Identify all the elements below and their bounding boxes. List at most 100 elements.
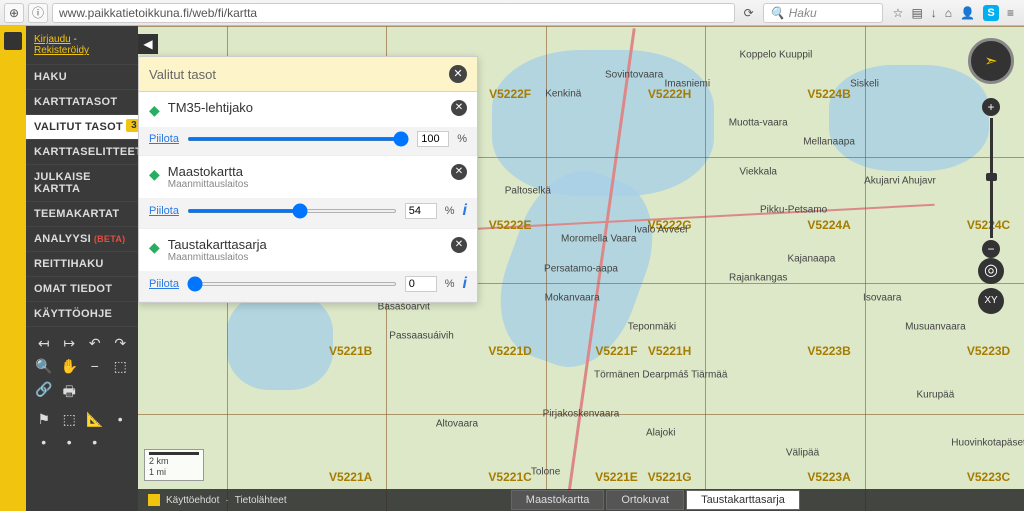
layer-name: Taustakarttasarja (168, 237, 443, 252)
grid-label: V5221F (595, 344, 637, 358)
sidebar-item-analyysi[interactable]: ANALYYSI (BETA) (26, 226, 138, 251)
zoom-out-button[interactable]: − (982, 240, 1000, 258)
tool-icon[interactable]: 🔍 (34, 358, 54, 375)
info-icon[interactable]: ⓘ (28, 3, 48, 23)
grid-label: V5221E (595, 470, 638, 484)
tool-icon[interactable] (111, 381, 131, 405)
sidebar: Kirjaudu - Rekisteröidy HAKUKARTTATASOTV… (26, 26, 138, 511)
sidebar-item-reittihaku[interactable]: REITTIHAKU (26, 251, 138, 276)
grid-label: V5222F (489, 87, 531, 101)
pct-label: % (445, 278, 455, 290)
tool-icon[interactable]: 🖶 (60, 381, 80, 405)
tool-icon[interactable]: • (34, 434, 54, 450)
tool-icon[interactable]: • (60, 434, 80, 450)
logo-icon[interactable] (4, 32, 22, 50)
grid-label: V5221H (648, 344, 691, 358)
tool-icon[interactable]: • (85, 434, 105, 450)
footer-logo-icon (148, 494, 160, 506)
place-label: Koppelo Kuuppil (739, 50, 812, 61)
download-icon[interactable]: ↓ (931, 6, 937, 20)
tool-icon[interactable]: ↷ (111, 335, 131, 352)
home-icon[interactable]: ⌂ (945, 6, 952, 20)
place-label: Välipää (786, 447, 819, 458)
menu-icon[interactable]: ≡ (1007, 6, 1014, 20)
footer-sep: · (225, 495, 228, 506)
place-label: Törmänen Dearpmáš Tiärmää (594, 370, 727, 381)
place-label: Isovaara (863, 292, 901, 303)
url-bar[interactable]: www.paikkatietoikkuna.fi/web/fi/kartta (52, 3, 735, 23)
collapse-sidebar-button[interactable]: ◀ (138, 34, 158, 54)
opacity-slider[interactable] (187, 137, 409, 141)
layer-marker-icon: ◆ (149, 102, 160, 119)
layer-info-button[interactable]: i (463, 275, 467, 293)
layer-info-button[interactable]: i (463, 202, 467, 220)
zoom-slider[interactable] (990, 118, 993, 238)
locate-button[interactable]: ◎ (978, 258, 1004, 284)
tool-icon[interactable]: ⬚ (60, 411, 80, 428)
tool-icon[interactable]: − (85, 358, 105, 375)
library-icon[interactable]: ▤ (911, 6, 922, 20)
compass-control[interactable]: ➣ (968, 38, 1014, 84)
back-icon[interactable]: ⊕ (4, 3, 24, 23)
zoom-in-button[interactable]: + (982, 98, 1000, 116)
basemap-tab[interactable]: Maastokartta (511, 490, 605, 510)
sources-link[interactable]: Tietolähteet (235, 495, 287, 506)
grid-label: V5221B (329, 344, 372, 358)
remove-layer-button[interactable]: ✕ (451, 100, 467, 116)
remove-layer-button[interactable]: ✕ (451, 237, 467, 253)
panel-header: Valitut tasot ✕ (139, 57, 477, 92)
hide-layer-link[interactable]: Piilota (149, 133, 179, 145)
tool-icon[interactable]: ⬚ (111, 358, 131, 375)
basemap-tab[interactable]: Ortokuvat (606, 490, 684, 510)
layer-name: Maastokartta (168, 164, 443, 179)
opacity-slider[interactable] (187, 282, 397, 286)
map-canvas[interactable]: V5222FV5222HV5224BV5222EV5222GV5224AV522… (138, 26, 1024, 511)
sidebar-item-omat tiedot[interactable]: OMAT TIEDOT (26, 276, 138, 301)
layer-org: Maanmittauslaitos (168, 179, 443, 190)
tool-icon[interactable] (85, 381, 105, 405)
sidebar-item-valitut tasot[interactable]: VALITUT TASOT3 (26, 114, 138, 139)
tool-icon[interactable]: ⚑ (34, 411, 54, 428)
sidebar-item-teemakartat[interactable]: TEEMAKARTAT (26, 201, 138, 226)
close-panel-button[interactable]: ✕ (449, 65, 467, 83)
hide-layer-link[interactable]: Piilota (149, 205, 179, 217)
star-icon[interactable]: ☆ (893, 6, 904, 20)
tool-icon[interactable]: 🔗 (34, 381, 54, 405)
register-link[interactable]: Rekisteröidy (34, 45, 89, 56)
tool-icon[interactable]: ↦ (60, 335, 80, 352)
sidebar-item-haku[interactable]: HAKU (26, 64, 138, 89)
remove-layer-button[interactable]: ✕ (451, 164, 467, 180)
sidebar-item-käyttöohje[interactable]: KÄYTTÖOHJE (26, 301, 138, 326)
sidebar-item-karttatasot[interactable]: KARTTATASOT (26, 89, 138, 114)
sidebar-item-karttaselitteet[interactable]: KARTTASELITTEET (26, 139, 138, 164)
tool-icon[interactable]: ↶ (85, 335, 105, 352)
tool-icon[interactable]: 📐 (85, 411, 105, 428)
browser-search[interactable]: 🔍Haku (763, 3, 883, 23)
search-placeholder: Haku (789, 6, 817, 20)
opacity-value[interactable]: 0 (405, 276, 437, 292)
terms-link[interactable]: Käyttöehdot (166, 495, 219, 506)
xy-button[interactable]: XY (978, 288, 1004, 314)
grid-label: V5224B (807, 87, 850, 101)
tool-icon[interactable]: ✋ (60, 358, 80, 375)
zoom-thumb[interactable] (986, 173, 997, 181)
skype-icon[interactable]: S (983, 5, 999, 21)
tool-icon[interactable]: ↤ (34, 335, 54, 352)
opacity-slider[interactable] (187, 209, 397, 213)
place-label: Teponmäki (628, 321, 676, 332)
layer-marker-icon: ◆ (149, 239, 160, 256)
tool-icon[interactable]: • (111, 411, 131, 428)
hide-layer-link[interactable]: Piilota (149, 278, 179, 290)
panel-title: Valitut tasot (149, 67, 216, 82)
user-icon[interactable]: 👤 (960, 6, 975, 20)
place-label: Tolone (531, 467, 560, 478)
map-footer: Käyttöehdot · Tietolähteet MaastokarttaO… (138, 489, 1024, 511)
basemap-tab[interactable]: Taustakarttasarja (686, 490, 800, 510)
opacity-value[interactable]: 54 (405, 203, 437, 219)
opacity-value[interactable]: 100 (417, 131, 449, 147)
reload-icon[interactable]: ⟳ (739, 6, 759, 20)
login-link[interactable]: Kirjaudu (34, 34, 71, 45)
place-label: Altovaara (436, 418, 478, 429)
place-label: Huovinkotapäset (951, 438, 1024, 449)
sidebar-item-julkaise kartta[interactable]: JULKAISE KARTTA (26, 164, 138, 201)
